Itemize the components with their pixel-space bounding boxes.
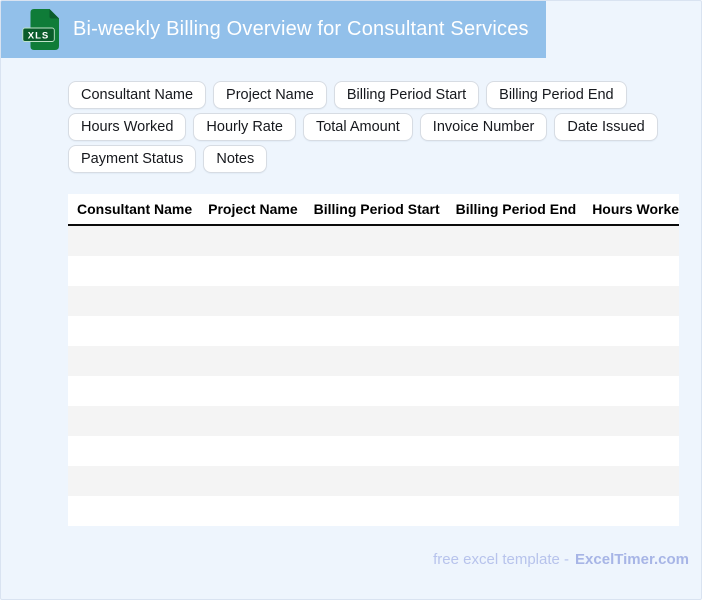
field-chip[interactable]: Payment Status xyxy=(68,145,197,173)
field-chip[interactable]: Project Name xyxy=(213,81,327,109)
field-chip[interactable]: Total Amount xyxy=(302,113,413,141)
table-row xyxy=(68,406,679,436)
column-header: Project Name xyxy=(208,201,298,217)
field-chip[interactable]: Billing Period End xyxy=(486,81,627,109)
table-row xyxy=(68,226,679,256)
column-header: Billing Period Start xyxy=(313,201,440,217)
table-header-row: Consultant Name Project Name Billing Perio… xyxy=(68,194,679,226)
billing-table: Consultant Name Project Name Billing Perio… xyxy=(68,194,679,526)
table-row xyxy=(68,346,679,376)
column-header: Consultant Name xyxy=(77,201,193,217)
table-row xyxy=(68,436,679,466)
field-chip[interactable]: Notes xyxy=(203,145,268,173)
footer-text: free excel template - xyxy=(433,551,570,568)
page: XLS Bi-weekly Billing Overview for Consu… xyxy=(0,0,702,600)
column-header: Hours Worked xyxy=(592,201,679,217)
table-row xyxy=(68,286,679,316)
page-title: Bi-weekly Billing Overview for Consultan… xyxy=(73,18,529,40)
field-chip[interactable]: Invoice Number xyxy=(419,113,548,141)
field-chips: Consultant Name Project Name Billing Perio… xyxy=(68,81,690,173)
field-chip[interactable]: Consultant Name xyxy=(68,81,207,109)
footer-brand-link[interactable]: ExcelTimer.com xyxy=(575,551,689,568)
xls-file-icon: XLS xyxy=(22,8,59,50)
table-body xyxy=(68,226,679,526)
field-chip[interactable]: Hourly Rate xyxy=(193,113,296,141)
table-row xyxy=(68,316,679,346)
table-row xyxy=(68,466,679,496)
field-chip[interactable]: Hours Worked xyxy=(68,113,187,141)
table-row xyxy=(68,496,679,526)
field-chip[interactable]: Billing Period Start xyxy=(333,81,480,109)
table-row xyxy=(68,376,679,406)
xls-icon-label: XLS xyxy=(28,30,49,41)
table-row xyxy=(68,256,679,286)
header-banner: XLS Bi-weekly Billing Overview for Consu… xyxy=(1,1,546,58)
column-header: Billing Period End xyxy=(455,201,577,217)
field-chip[interactable]: Date Issued xyxy=(554,113,658,141)
footer: free excel template - ExcelTimer.com xyxy=(433,551,689,568)
